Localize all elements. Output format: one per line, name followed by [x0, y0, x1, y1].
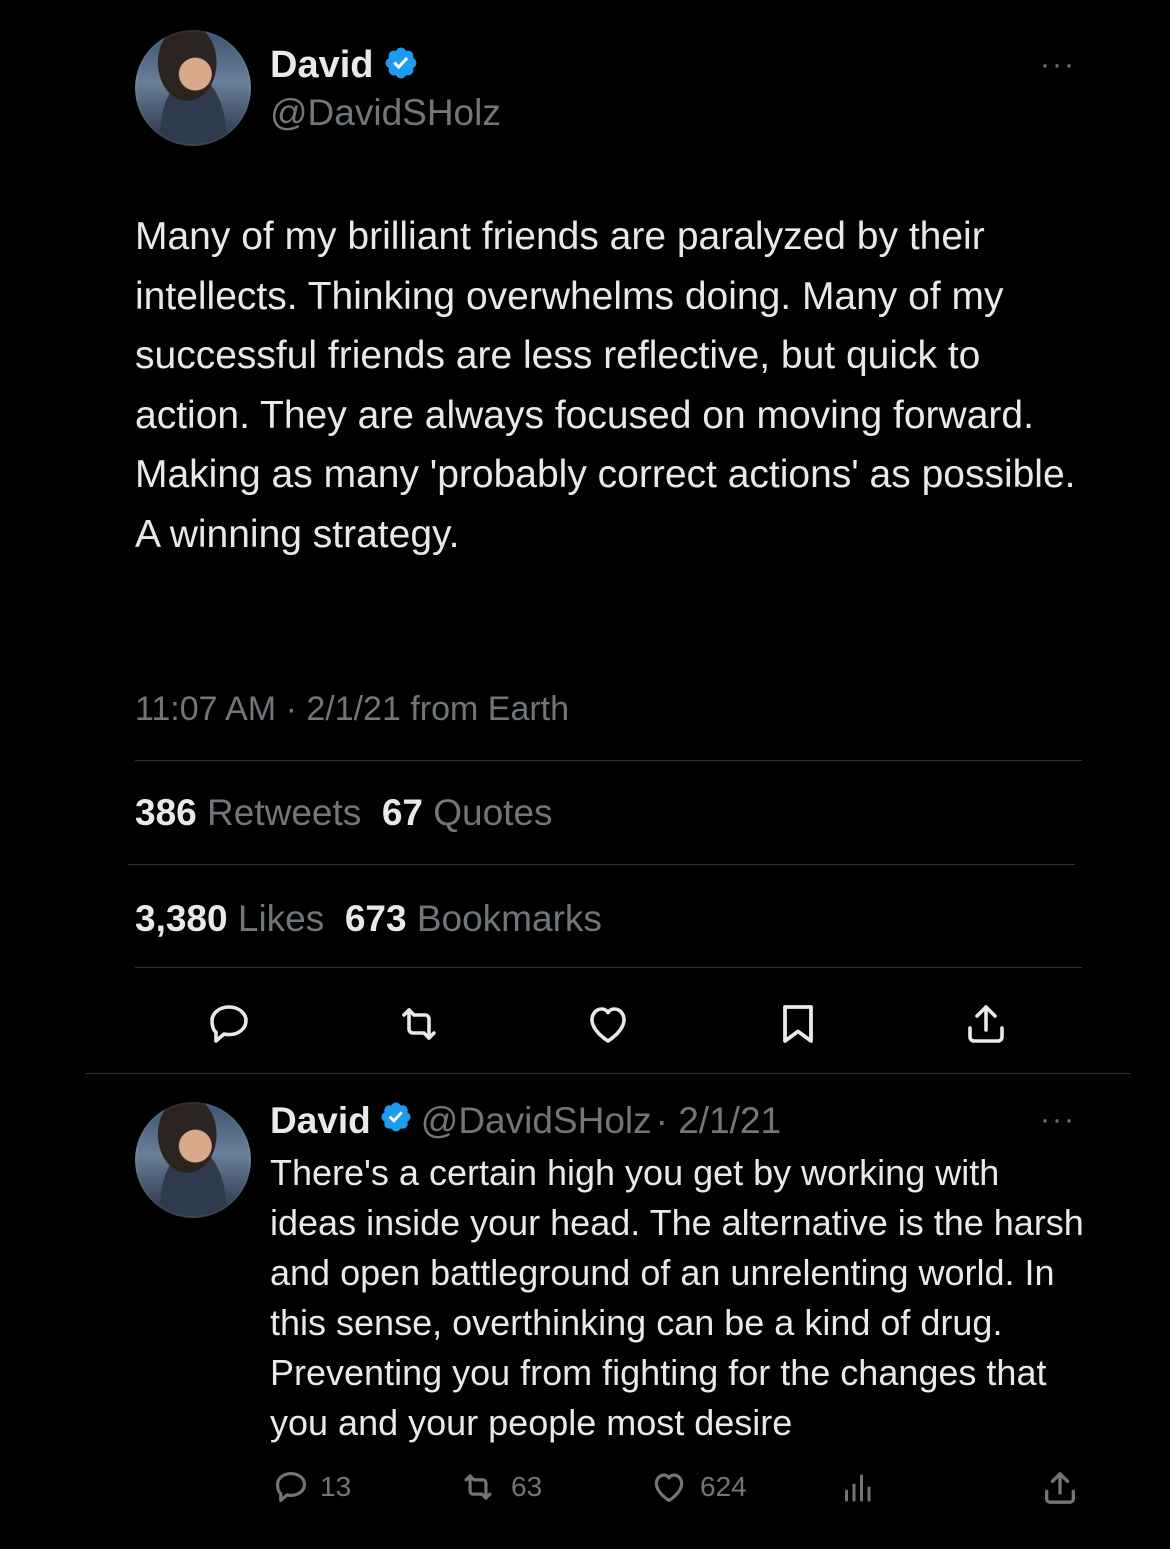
retweets-stat[interactable]: 386 Retweets: [135, 792, 361, 833]
bookmarks-count: 673: [344, 898, 407, 939]
likes-stat[interactable]: 3,380 Likes: [135, 898, 324, 939]
bookmarks-label: Bookmarks: [416, 898, 602, 939]
stats-row-retweets: 386 Retweets 67 Quotes: [135, 792, 553, 834]
like-count: 624: [700, 1471, 747, 1502]
divider: [86, 1073, 1130, 1074]
like-icon: [654, 1473, 684, 1503]
reply-icon: [275, 1471, 307, 1503]
views-icon: [845, 1474, 871, 1502]
reply-views-button[interactable]: [838, 1470, 876, 1506]
reply-icon: [210, 1005, 248, 1043]
verified-badge-icon: [383, 45, 419, 86]
share-icon: [1045, 1472, 1075, 1504]
more-icon[interactable]: ···: [1040, 50, 1076, 80]
reply-date[interactable]: · 2/1/21: [656, 1100, 781, 1142]
reply-text: There's a certain high you get by workin…: [270, 1152, 1084, 1443]
reply-reply-button[interactable]: 13: [272, 1468, 351, 1506]
reply-button[interactable]: [205, 1000, 253, 1048]
bookmark-icon: [783, 1005, 813, 1043]
tweet-text: Many of my brilliant friends are paralyz…: [135, 215, 1076, 556]
author-handle[interactable]: @DavidSHolz: [270, 92, 501, 134]
quotes-label: Quotes: [433, 792, 553, 833]
retweet-icon: [464, 1474, 492, 1500]
avatar[interactable]: [135, 30, 251, 146]
reply-retweet-button[interactable]: 63: [455, 1468, 542, 1506]
retweet-icon: [402, 1008, 436, 1040]
quotes-stat[interactable]: 67 Quotes: [382, 792, 553, 833]
share-button[interactable]: [962, 1000, 1010, 1048]
reply-like-button[interactable]: 624: [648, 1468, 747, 1506]
reply-author-handle[interactable]: @DavidSHolz: [421, 1100, 652, 1142]
stats-row-likes: 3,380 Likes 673 Bookmarks: [135, 898, 602, 940]
divider: [135, 967, 1082, 968]
reply-count: 13: [320, 1471, 352, 1502]
like-icon: [590, 1007, 626, 1043]
retweets-label: Retweets: [207, 792, 362, 833]
reply-more-icon[interactable]: ···: [1040, 1105, 1076, 1135]
retweet-count: 63: [511, 1471, 543, 1502]
like-button[interactable]: [583, 1000, 633, 1048]
reply-share-button[interactable]: [1040, 1468, 1080, 1508]
reply-author-name[interactable]: David: [270, 1100, 371, 1142]
likes-label: Likes: [237, 898, 325, 939]
retweets-count: 386: [135, 792, 197, 833]
retweet-button[interactable]: [392, 1000, 446, 1048]
reply-header: David @DavidSHolz · 2/1/21: [270, 1096, 781, 1146]
quotes-count: 67: [381, 792, 423, 833]
divider: [135, 760, 1082, 761]
bookmark-button[interactable]: [774, 1000, 822, 1048]
likes-count: 3,380: [135, 898, 228, 939]
tweet-timestamp[interactable]: 11:07 AM · 2/1/21 from Earth: [135, 690, 569, 729]
divider: [128, 864, 1075, 865]
author-name-row: David: [270, 40, 419, 90]
verified-badge-icon: [379, 1100, 413, 1143]
bookmarks-stat[interactable]: 673 Bookmarks: [345, 898, 602, 939]
reply-avatar[interactable]: [135, 1102, 251, 1218]
share-icon: [968, 1005, 1004, 1043]
author-name[interactable]: David: [270, 44, 373, 87]
